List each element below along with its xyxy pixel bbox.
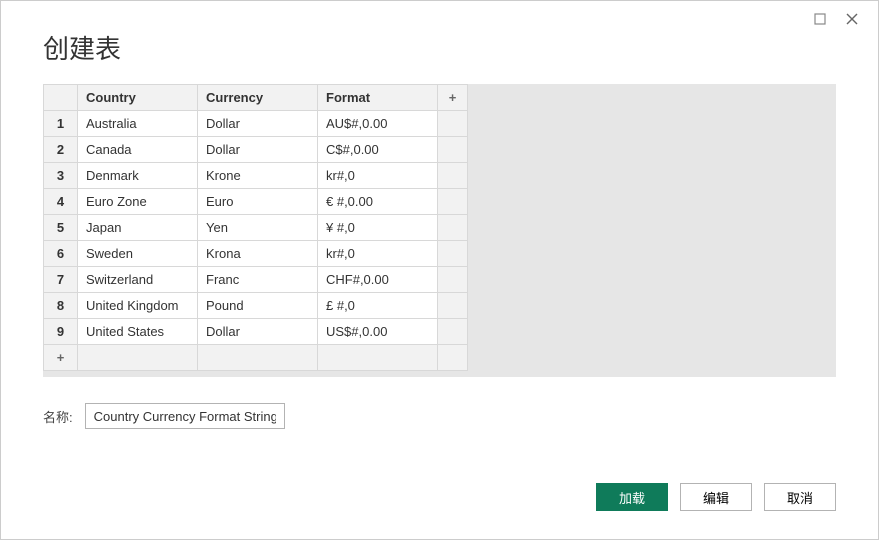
name-row: 名称: (43, 403, 836, 429)
table-row: 7SwitzerlandFrancCHF#,0.00 (44, 267, 468, 293)
name-input[interactable] (85, 403, 285, 429)
table-cell[interactable]: US$#,0.00 (318, 319, 438, 345)
row-number[interactable]: 7 (44, 267, 78, 293)
row-extra-cell[interactable] (438, 241, 468, 267)
table-row: 9United StatesDollarUS$#,0.00 (44, 319, 468, 345)
row-number[interactable]: 8 (44, 293, 78, 319)
row-extra-cell[interactable] (438, 267, 468, 293)
table-cell[interactable]: Euro Zone (78, 189, 198, 215)
empty-cell[interactable] (438, 345, 468, 371)
row-extra-cell[interactable] (438, 189, 468, 215)
row-extra-cell[interactable] (438, 215, 468, 241)
row-number[interactable]: 5 (44, 215, 78, 241)
table-cell[interactable]: kr#,0 (318, 163, 438, 189)
table-cell[interactable]: ¥ #,0 (318, 215, 438, 241)
table-cell[interactable]: Euro (198, 189, 318, 215)
table-cell[interactable]: € #,0.00 (318, 189, 438, 215)
row-extra-cell[interactable] (438, 137, 468, 163)
row-extra-cell[interactable] (438, 293, 468, 319)
edit-button[interactable]: 编辑 (680, 483, 752, 511)
row-number[interactable]: 1 (44, 111, 78, 137)
empty-cell[interactable] (318, 345, 438, 371)
table-cell[interactable]: Yen (198, 215, 318, 241)
table-container: Country Currency Format + 1AustraliaDoll… (43, 84, 836, 377)
table-cell[interactable]: Australia (78, 111, 198, 137)
create-table-dialog: 创建表 Country Currency Format + 1Australia… (0, 0, 879, 540)
col-header-country[interactable]: Country (78, 85, 198, 111)
table-cell[interactable]: kr#,0 (318, 241, 438, 267)
table-cell[interactable]: £ #,0 (318, 293, 438, 319)
col-header-currency[interactable]: Currency (198, 85, 318, 111)
table-cell[interactable]: Sweden (78, 241, 198, 267)
table-cell[interactable]: United States (78, 319, 198, 345)
table-cell[interactable]: Krone (198, 163, 318, 189)
add-column-button[interactable]: + (438, 85, 468, 111)
table-row: 2CanadaDollarC$#,0.00 (44, 137, 468, 163)
table-cell[interactable]: Dollar (198, 319, 318, 345)
row-number[interactable]: 3 (44, 163, 78, 189)
table-cell[interactable]: Krona (198, 241, 318, 267)
table-row: 6SwedenKronakr#,0 (44, 241, 468, 267)
table-cell[interactable]: CHF#,0.00 (318, 267, 438, 293)
maximize-icon[interactable] (806, 5, 834, 33)
table-row: 8United KingdomPound£ #,0 (44, 293, 468, 319)
name-label: 名称: (43, 407, 73, 426)
table-row: 5JapanYen¥ #,0 (44, 215, 468, 241)
table-cell[interactable]: C$#,0.00 (318, 137, 438, 163)
row-extra-cell[interactable] (438, 163, 468, 189)
empty-cell[interactable] (198, 345, 318, 371)
table-row: 4Euro ZoneEuro€ #,0.00 (44, 189, 468, 215)
dialog-title: 创建表 (1, 29, 878, 66)
header-row: Country Currency Format + (44, 85, 468, 111)
table-row: 3DenmarkKronekr#,0 (44, 163, 468, 189)
cancel-button[interactable]: 取消 (764, 483, 836, 511)
load-button[interactable]: 加载 (596, 483, 668, 511)
table-cell[interactable]: Canada (78, 137, 198, 163)
row-extra-cell[interactable] (438, 111, 468, 137)
dialog-footer: 加载 编辑 取消 (596, 483, 836, 511)
row-extra-cell[interactable] (438, 319, 468, 345)
row-number[interactable]: 2 (44, 137, 78, 163)
add-row-button[interactable]: + (44, 345, 78, 371)
row-number[interactable]: 9 (44, 319, 78, 345)
corner-cell[interactable] (44, 85, 78, 111)
table-cell[interactable]: Japan (78, 215, 198, 241)
row-number[interactable]: 6 (44, 241, 78, 267)
table-cell[interactable]: Dollar (198, 111, 318, 137)
close-icon[interactable] (838, 5, 866, 33)
data-grid[interactable]: Country Currency Format + 1AustraliaDoll… (43, 84, 468, 371)
table-cell[interactable]: Switzerland (78, 267, 198, 293)
table-cell[interactable]: United Kingdom (78, 293, 198, 319)
add-row[interactable]: + (44, 345, 468, 371)
row-number[interactable]: 4 (44, 189, 78, 215)
empty-cell[interactable] (78, 345, 198, 371)
table-row: 1AustraliaDollarAU$#,0.00 (44, 111, 468, 137)
table-cell[interactable]: AU$#,0.00 (318, 111, 438, 137)
col-header-format[interactable]: Format (318, 85, 438, 111)
table-cell[interactable]: Franc (198, 267, 318, 293)
table-cell[interactable]: Dollar (198, 137, 318, 163)
table-cell[interactable]: Denmark (78, 163, 198, 189)
table-cell[interactable]: Pound (198, 293, 318, 319)
dialog-content: Country Currency Format + 1AustraliaDoll… (1, 84, 878, 429)
